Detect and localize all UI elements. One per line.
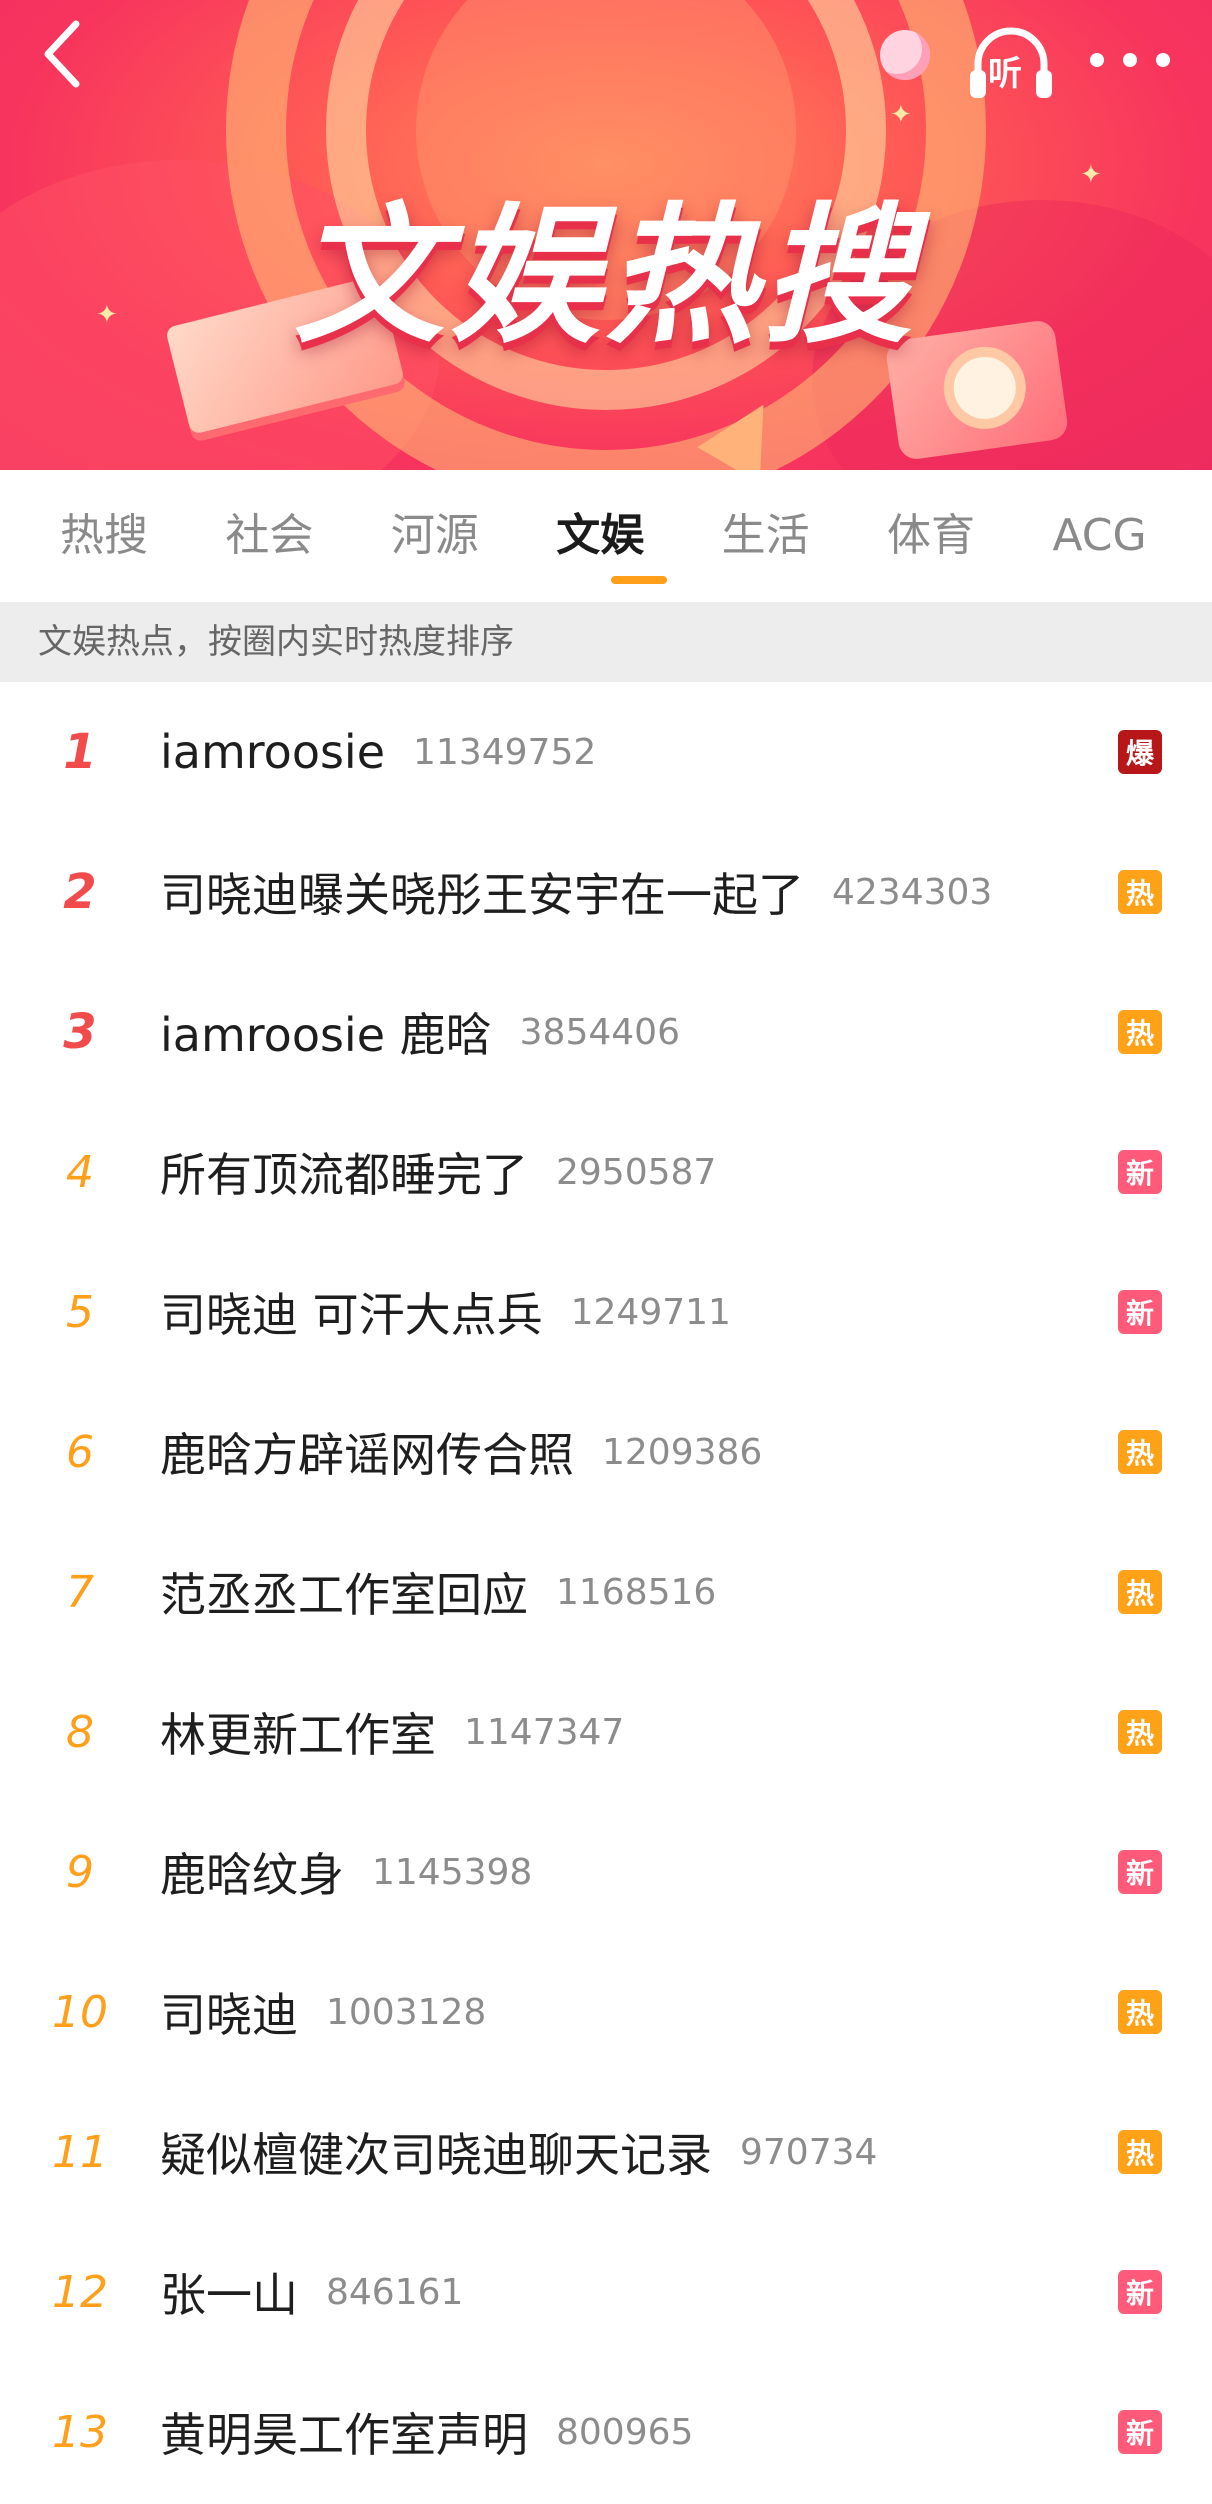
more-button[interactable] — [1090, 30, 1170, 90]
status-badge: 热 — [1118, 2130, 1162, 2174]
rank-number: 13 — [52, 2406, 108, 2458]
rank-number: 8 — [66, 1706, 94, 1758]
hot-search-list: 1 iamroosie 11349752 爆 2 司晓迪曝关晓彤王安宇在一起了 … — [0, 682, 1212, 2502]
item-title: iamroosie 鹿晗 — [160, 1008, 492, 1062]
item-title: iamroosie — [160, 725, 386, 779]
rank-number: 11 — [52, 2126, 108, 2178]
heat-count: 1147347 — [464, 1711, 625, 1753]
list-item[interactable]: 12 张一山 846161 新 — [0, 2222, 1212, 2362]
heat-count: 3854406 — [519, 1011, 680, 1053]
status-badge: 新 — [1118, 2270, 1162, 2314]
item-title: 司晓迪 可汗大点兵 — [160, 1288, 543, 1342]
heat-count: 1003128 — [326, 1991, 487, 2033]
list-item[interactable]: 10 司晓迪 1003128 热 — [0, 1942, 1212, 2082]
status-badge: 新 — [1118, 2410, 1162, 2454]
list-item[interactable]: 3 iamroosie 鹿晗 3854406 热 — [0, 962, 1212, 1102]
tab-acg[interactable]: ACG — [1052, 470, 1182, 602]
list-item[interactable]: 13 黄明昊工作室声明 800965 新 — [0, 2362, 1212, 2502]
item-title: 张一山 — [160, 2268, 298, 2322]
list-item[interactable]: 5 司晓迪 可汗大点兵 1249711 新 — [0, 1242, 1212, 1382]
item-title: 黄明昊工作室声明 — [160, 2408, 528, 2462]
back-arrow-icon — [44, 20, 80, 88]
list-item[interactable]: 8 林更新工作室 1147347 热 — [0, 1662, 1212, 1802]
rank-number: 7 — [66, 1566, 94, 1618]
status-badge: 热 — [1118, 1710, 1162, 1754]
rank-number: 9 — [66, 1846, 94, 1898]
status-badge: 爆 — [1118, 730, 1162, 774]
rank-number: 3 — [63, 1004, 97, 1060]
status-badge: 新 — [1118, 1290, 1162, 1334]
status-badge: 热 — [1118, 1570, 1162, 1614]
tab-life[interactable]: 生活 — [722, 470, 887, 602]
item-title: 范丞丞工作室回应 — [160, 1568, 528, 1622]
heat-count: 11349752 — [413, 731, 597, 773]
category-tabs: 热搜 社会 河源 文娱 生活 体育 ACG — [0, 470, 1212, 602]
tab-sports[interactable]: 体育 — [887, 470, 1052, 602]
status-badge: 热 — [1118, 870, 1162, 914]
planet-illustration — [880, 30, 930, 80]
rank-number: 5 — [66, 1286, 94, 1338]
status-badge: 热 — [1118, 1010, 1162, 1054]
more-dots-icon — [1156, 53, 1170, 67]
rank-number: 4 — [66, 1146, 94, 1198]
back-button[interactable] — [38, 18, 108, 98]
item-title: 疑似檀健次司晓迪聊天记录 — [160, 2128, 712, 2182]
item-title: 司晓迪曝关晓彤王安宇在一起了 — [160, 868, 804, 922]
item-title: 林更新工作室 — [160, 1708, 436, 1762]
tab-hot[interactable]: 热搜 — [60, 470, 225, 602]
heat-count: 1249711 — [570, 1291, 731, 1333]
item-title: 鹿晗纹身 — [160, 1848, 344, 1902]
header-banner: ✦ ✦ ✦ 文娱热搜 听 — [0, 0, 1212, 470]
rank-number: 12 — [52, 2266, 108, 2318]
more-dots-icon — [1123, 53, 1137, 67]
heat-count: 846161 — [326, 2271, 464, 2313]
heat-count: 970734 — [740, 2131, 878, 2173]
list-item[interactable]: 6 鹿晗方辟谣网传合照 1209386 热 — [0, 1382, 1212, 1522]
list-item[interactable]: 9 鹿晗纹身 1145398 新 — [0, 1802, 1212, 1942]
tab-society[interactable]: 社会 — [225, 470, 390, 602]
rank-number: 2 — [63, 864, 97, 920]
list-item[interactable]: 2 司晓迪曝关晓彤王安宇在一起了 4234303 热 — [0, 822, 1212, 962]
heat-count: 4234303 — [832, 871, 993, 913]
status-badge: 热 — [1118, 1430, 1162, 1474]
heat-count: 1168516 — [556, 1571, 717, 1613]
more-dots-icon — [1090, 53, 1104, 67]
heat-count: 800965 — [556, 2411, 694, 2453]
item-title: 鹿晗方辟谣网传合照 — [160, 1428, 574, 1482]
tab-heyuan[interactable]: 河源 — [391, 470, 556, 602]
listen-button[interactable]: 听 — [966, 20, 1056, 104]
rank-number: 1 — [63, 724, 97, 780]
rank-number: 6 — [66, 1426, 94, 1478]
tab-entertainment[interactable]: 文娱 — [556, 470, 721, 602]
list-description: 文娱热点，按圈内实时热度排序 — [0, 602, 1212, 682]
list-item[interactable]: 11 疑似檀健次司晓迪聊天记录 970734 热 — [0, 2082, 1212, 2222]
list-item[interactable]: 1 iamroosie 11349752 爆 — [0, 682, 1212, 822]
rank-number: 10 — [52, 1986, 108, 2038]
item-title: 司晓迪 — [160, 1988, 298, 2042]
heat-count: 1209386 — [602, 1431, 763, 1473]
list-item[interactable]: 4 所有顶流都睡完了 2950587 新 — [0, 1102, 1212, 1242]
sparkle-icon: ✦ — [890, 100, 912, 130]
listen-label: 听 — [988, 54, 1022, 94]
status-badge: 热 — [1118, 1990, 1162, 2034]
page-title: 文娱热搜 — [293, 190, 918, 364]
heat-count: 2950587 — [556, 1151, 717, 1193]
status-badge: 新 — [1118, 1850, 1162, 1894]
list-item[interactable]: 7 范丞丞工作室回应 1168516 热 — [0, 1522, 1212, 1662]
status-badge: 新 — [1118, 1150, 1162, 1194]
item-title: 所有顶流都睡完了 — [160, 1148, 528, 1202]
heat-count: 1145398 — [372, 1851, 533, 1893]
